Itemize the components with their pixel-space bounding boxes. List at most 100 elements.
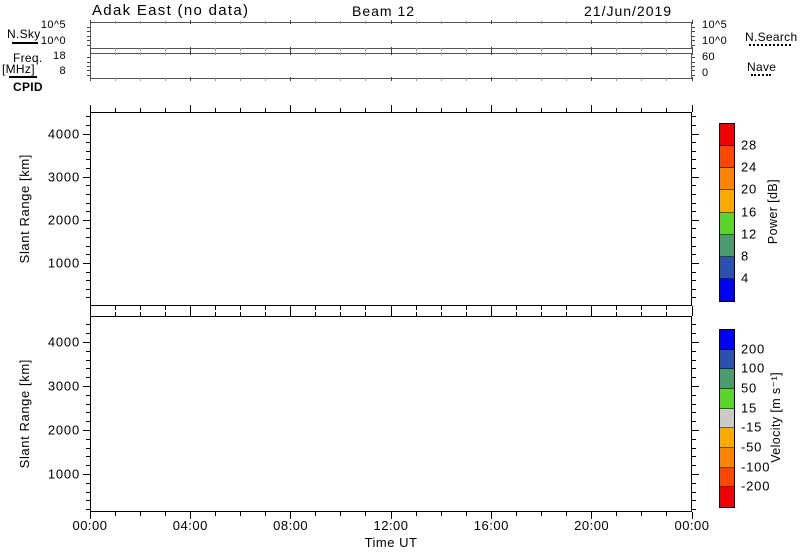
x-tick <box>115 108 116 112</box>
x-tick <box>692 309 693 316</box>
freq-tick-top: 18 <box>30 50 66 62</box>
colorbar-segment <box>720 190 734 212</box>
colorbar-label: 4 <box>741 270 749 285</box>
beam-label: Beam 12 <box>352 3 415 19</box>
y-tick <box>83 220 90 221</box>
x-tick <box>290 51 291 55</box>
x-tick <box>441 48 442 51</box>
y-tick <box>83 177 90 178</box>
y-tick <box>86 351 90 352</box>
y-tick <box>86 368 90 369</box>
x-tick <box>641 78 642 81</box>
y-tick <box>692 342 699 343</box>
colorbar-segment <box>720 369 734 389</box>
colorbar-label: 200 <box>741 341 765 356</box>
y-tick <box>87 62 90 63</box>
x-tick <box>541 306 542 310</box>
colorbar-segment <box>720 235 734 257</box>
x-tick <box>140 52 141 55</box>
x-tick <box>466 512 467 516</box>
y-tick <box>692 194 696 195</box>
y-tick <box>692 228 696 229</box>
x-tick <box>165 108 166 112</box>
nsky-right-tick-top: 10^5 <box>702 19 727 31</box>
x-tick <box>516 108 517 112</box>
x-tick-label: 20:00 <box>562 518 622 533</box>
y-tick <box>692 509 696 510</box>
y-tick <box>692 31 695 32</box>
y-tick <box>86 159 90 160</box>
colorbar-label: -200 <box>741 479 770 494</box>
x-tick <box>215 306 216 310</box>
x-tick <box>190 51 191 55</box>
y-tick <box>692 421 696 422</box>
y-tick <box>692 404 696 405</box>
x-tick-label: 00:00 <box>662 518 722 533</box>
y-tick <box>86 203 90 204</box>
x-tick <box>692 77 693 81</box>
y-tick <box>86 297 90 298</box>
colorbar-label: -50 <box>741 440 762 455</box>
x-tick <box>140 312 141 316</box>
x-tick <box>391 105 392 112</box>
x-tick <box>616 21 617 24</box>
y-tick <box>692 203 696 204</box>
x-tick <box>340 21 341 24</box>
y-tick <box>692 263 699 264</box>
x-tick <box>265 52 266 55</box>
x-tick <box>616 312 617 316</box>
x-tick <box>616 52 617 55</box>
y-tick <box>692 168 696 169</box>
x-tick <box>416 21 417 24</box>
y-tick <box>692 448 696 449</box>
x-tick <box>441 21 442 24</box>
y-tick <box>86 280 90 281</box>
x-tick <box>616 78 617 81</box>
x-tick <box>692 20 693 24</box>
y-tick <box>692 280 696 281</box>
x-tick <box>441 512 442 516</box>
x-tick <box>140 108 141 112</box>
nsearch-label: N.Search <box>745 30 797 44</box>
x-tick <box>566 306 567 310</box>
x-tick <box>265 78 266 81</box>
x-tick <box>365 312 366 316</box>
y-tick <box>86 246 90 247</box>
y-tick <box>87 27 90 28</box>
x-tick <box>240 21 241 24</box>
colorbar-segment <box>720 168 734 190</box>
y-tick <box>86 439 90 440</box>
colorbar-segment <box>720 389 734 409</box>
x-tick <box>666 78 667 81</box>
x-tick <box>666 48 667 51</box>
velocity-yaxis-title: Slant Range [km] <box>17 359 32 468</box>
x-tick <box>265 48 266 51</box>
y-tick-label: 4000 <box>34 126 80 141</box>
y-tick <box>692 430 699 431</box>
y-tick-label: 1000 <box>34 255 80 270</box>
x-tick <box>541 52 542 55</box>
y-tick <box>692 412 696 413</box>
x-tick <box>315 108 316 112</box>
colorbar-segment <box>720 409 734 429</box>
x-tick <box>541 312 542 316</box>
x-tick <box>315 48 316 51</box>
y-tick <box>86 194 90 195</box>
x-tick <box>566 512 567 516</box>
x-tick <box>516 48 517 51</box>
x-tick <box>165 78 166 81</box>
y-tick <box>692 159 696 160</box>
x-tick <box>365 512 366 516</box>
x-tick <box>215 52 216 55</box>
colorbar-segment <box>720 257 734 279</box>
y-tick <box>692 62 695 63</box>
power-colorbar-title: Power [dB] <box>766 179 780 244</box>
y-tick-label: 4000 <box>34 335 80 350</box>
y-tick <box>87 70 90 71</box>
colorbar-segment <box>720 279 734 301</box>
colorbar-segment <box>720 428 734 448</box>
x-tick <box>90 51 91 55</box>
x-tick <box>90 77 91 81</box>
y-tick <box>692 75 695 76</box>
x-tick <box>666 306 667 310</box>
